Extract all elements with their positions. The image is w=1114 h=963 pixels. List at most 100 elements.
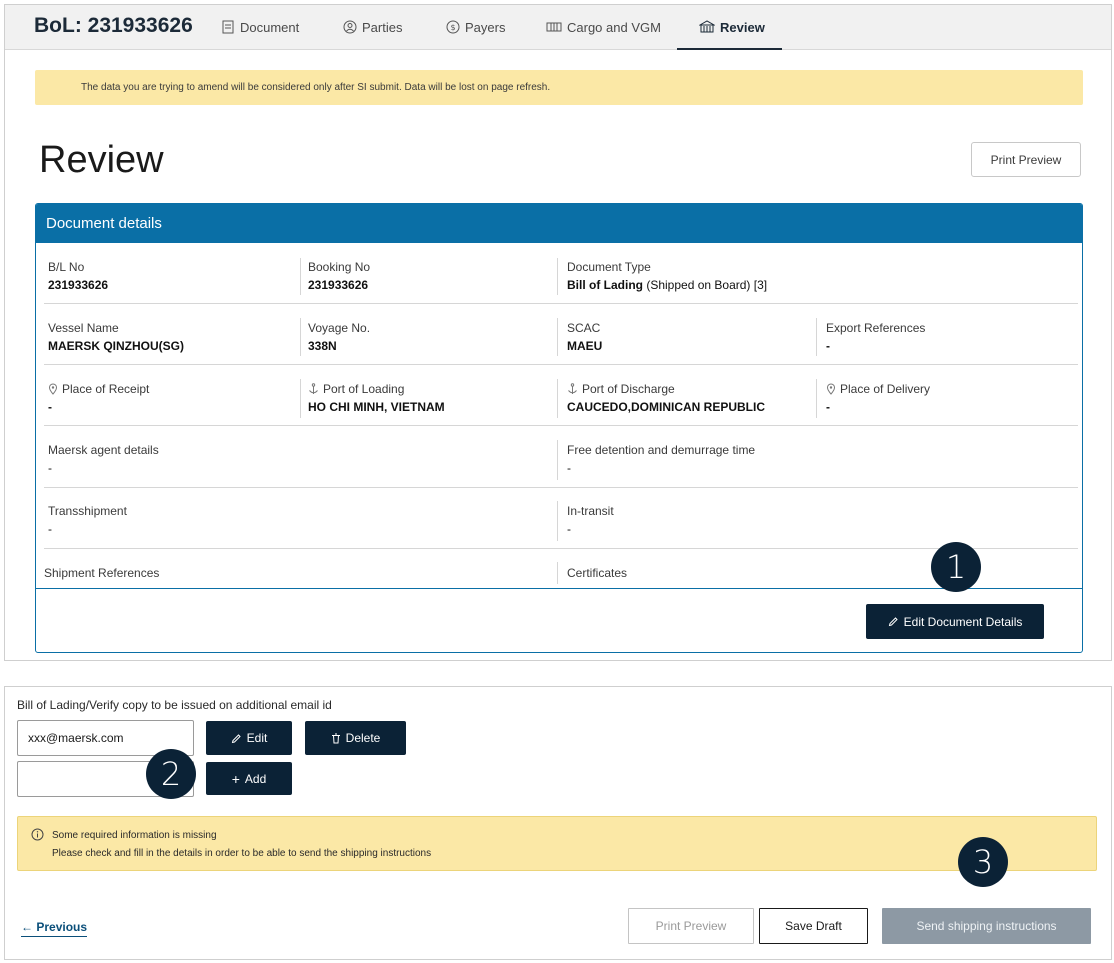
port-of-discharge-label-row: Port of Discharge bbox=[567, 381, 765, 396]
warning-line-2: Please check and fill in the details in … bbox=[52, 848, 432, 859]
pencil-icon bbox=[888, 617, 898, 627]
port-of-discharge-value: CAUCEDO,DOMINICAN REPUBLIC bbox=[567, 400, 765, 414]
export-references-label: Export References bbox=[826, 320, 926, 335]
tab-document-label: Document bbox=[240, 19, 300, 35]
voyage-no-field: Voyage No. 338N bbox=[308, 320, 371, 354]
edit-document-details-button[interactable]: Edit Document Details bbox=[866, 604, 1044, 639]
place-of-delivery-label: Place of Delivery bbox=[840, 381, 931, 396]
port-of-loading-field: Port of Loading HO CHI MINH, VIETNAM bbox=[308, 381, 445, 415]
tab-review[interactable]: Review bbox=[699, 17, 765, 37]
submission-panel: Bill of Lading/Verify copy to be issued … bbox=[4, 686, 1112, 960]
send-shipping-instructions-button[interactable]: Send shipping instructions bbox=[882, 908, 1091, 944]
print-preview-footer-button[interactable]: Print Preview bbox=[628, 908, 754, 944]
vessel-name-field: Vessel Name MAERSK QINZHOU(SG) bbox=[48, 320, 184, 354]
divider bbox=[557, 379, 558, 418]
delete-email-button[interactable]: Delete bbox=[305, 721, 406, 755]
vessel-name-value: MAERSK QINZHOU(SG) bbox=[48, 339, 184, 353]
delete-email-label: Delete bbox=[345, 731, 381, 745]
certificates-label: Certificates bbox=[567, 565, 628, 580]
review-panel: BoL: 231933626 Document Parties $ Payers… bbox=[4, 4, 1112, 661]
vessel-name-label: Vessel Name bbox=[48, 320, 119, 335]
document-icon bbox=[222, 20, 234, 34]
bol-title: BoL: 231933626 bbox=[34, 14, 193, 37]
divider bbox=[300, 318, 301, 356]
place-of-receipt-value: - bbox=[48, 400, 52, 414]
shipment-references-field: Shipment References bbox=[44, 565, 159, 580]
place-of-receipt-field: Place of Receipt - bbox=[48, 381, 149, 415]
save-draft-button[interactable]: Save Draft bbox=[759, 908, 868, 944]
page-title: Review bbox=[39, 139, 164, 181]
tab-review-label: Review bbox=[720, 19, 765, 35]
document-type-rest: (Shipped on Board) [3] bbox=[643, 278, 768, 292]
booking-no-field: Booking No 231933626 bbox=[308, 259, 371, 293]
document-type-value: Bill of Lading (Shipped on Board) [3] bbox=[567, 278, 767, 292]
tab-bar: BoL: 231933626 Document Parties $ Payers… bbox=[5, 5, 1111, 50]
divider bbox=[557, 562, 558, 584]
previous-link[interactable]: ← Previous bbox=[21, 920, 88, 937]
add-email-button[interactable]: + Add bbox=[206, 762, 292, 795]
row-divider bbox=[44, 487, 1078, 488]
port-of-discharge-field: Port of Discharge CAUCEDO,DOMINICAN REPU… bbox=[567, 381, 765, 415]
booking-no-label: Booking No bbox=[308, 259, 371, 274]
anchor-icon bbox=[568, 382, 577, 394]
tab-cargo-label: Cargo and VGM bbox=[567, 19, 661, 35]
port-of-loading-label: Port of Loading bbox=[323, 381, 405, 396]
divider bbox=[557, 501, 558, 541]
document-type-label: Document Type bbox=[567, 259, 651, 274]
port-of-loading-label-row: Port of Loading bbox=[308, 381, 445, 396]
free-detention-label: Free detention and demurrage time bbox=[567, 442, 756, 457]
tab-parties[interactable]: Parties bbox=[343, 17, 402, 37]
building-icon bbox=[699, 20, 715, 33]
document-details-card: Document details B/L No 231933626 Bookin… bbox=[35, 203, 1083, 653]
edit-email-button[interactable]: Edit bbox=[206, 721, 292, 755]
document-type-field: Document Type Bill of Lading (Shipped on… bbox=[567, 259, 767, 293]
tab-cargo[interactable]: Cargo and VGM bbox=[546, 17, 661, 37]
row-divider bbox=[44, 303, 1078, 304]
transshipment-field: Transshipment - bbox=[48, 503, 127, 537]
divider bbox=[300, 258, 301, 295]
banner-text: The data you are trying to amend will be… bbox=[81, 82, 551, 93]
location-pin-icon bbox=[826, 382, 836, 395]
warning-line-1: Some required information is missing bbox=[52, 830, 217, 841]
dollar-circle-icon: $ bbox=[446, 20, 460, 34]
info-icon bbox=[31, 828, 44, 841]
bl-no-label: B/L No bbox=[48, 259, 85, 274]
divider bbox=[557, 318, 558, 356]
tab-parties-label: Parties bbox=[362, 19, 403, 35]
divider bbox=[557, 440, 558, 480]
print-preview-button[interactable]: Print Preview bbox=[971, 142, 1081, 177]
active-tab-indicator bbox=[677, 48, 782, 50]
trash-icon bbox=[331, 733, 340, 743]
free-detention-field: Free detention and demurrage time - bbox=[567, 442, 756, 476]
divider bbox=[557, 258, 558, 295]
divider bbox=[816, 318, 817, 356]
transshipment-value: - bbox=[48, 522, 52, 536]
add-email-label: Add bbox=[244, 771, 267, 786]
agent-details-field: Maersk agent details - bbox=[48, 442, 159, 476]
place-of-delivery-value: - bbox=[826, 400, 830, 414]
booking-no-value: 231933626 bbox=[308, 278, 369, 292]
agent-details-value: - bbox=[48, 461, 52, 475]
container-icon bbox=[546, 22, 562, 32]
tab-payers-label: Payers bbox=[465, 19, 506, 35]
anchor-icon bbox=[309, 382, 318, 394]
tab-document[interactable]: Document bbox=[221, 17, 299, 37]
tab-payers[interactable]: $ Payers bbox=[446, 17, 505, 37]
certificates-field: Certificates bbox=[567, 565, 627, 580]
step-badge-1: 1 bbox=[931, 542, 981, 592]
scac-label: SCAC bbox=[567, 320, 601, 335]
svg-text:$: $ bbox=[450, 23, 455, 32]
export-references-field: Export References - bbox=[826, 320, 926, 354]
additional-email-label: Bill of Lading/Verify copy to be issued … bbox=[17, 698, 332, 712]
place-of-delivery-label-row: Place of Delivery bbox=[826, 381, 930, 396]
agent-details-label: Maersk agent details bbox=[48, 442, 159, 457]
step-badge-2: 2 bbox=[146, 749, 196, 799]
edit-email-label: Edit bbox=[246, 731, 268, 745]
bl-no-field: B/L No 231933626 bbox=[48, 259, 108, 293]
place-of-receipt-label-row: Place of Receipt bbox=[48, 381, 149, 396]
voyage-no-label: Voyage No. bbox=[308, 320, 371, 335]
location-pin-icon bbox=[48, 382, 58, 395]
divider bbox=[300, 379, 301, 418]
user-circle-icon bbox=[343, 20, 357, 34]
in-transit-value: - bbox=[567, 522, 571, 536]
